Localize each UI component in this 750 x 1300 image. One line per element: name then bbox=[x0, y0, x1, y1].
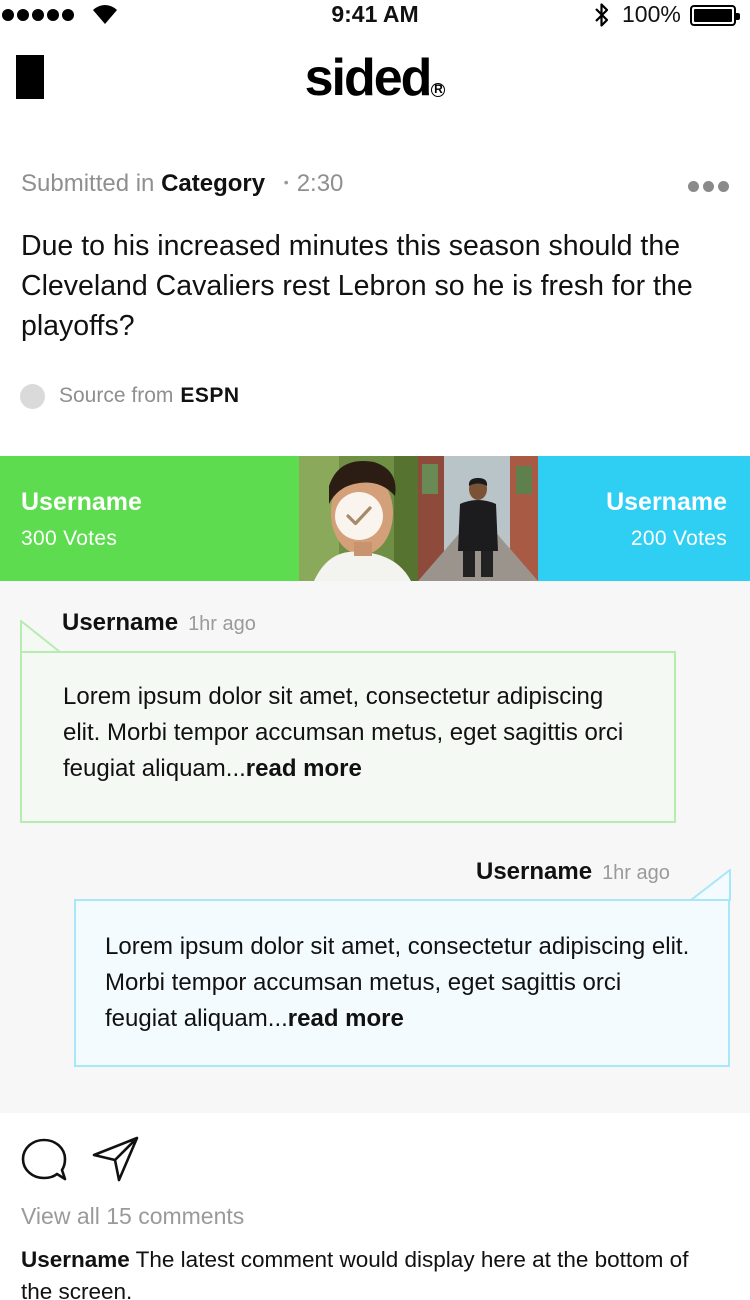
comment-1-tail bbox=[20, 620, 61, 653]
comment-2-time: 1hr ago bbox=[602, 862, 670, 884]
post-question: Due to his increased minutes this season… bbox=[21, 230, 693, 342]
comment-1-time: 1hr ago bbox=[188, 613, 256, 635]
status-bar: 9:41 AM 100% bbox=[0, 0, 750, 30]
comment-2-username[interactable]: Username bbox=[476, 858, 592, 885]
right-username: Username bbox=[606, 488, 727, 516]
checkmark-icon bbox=[335, 492, 383, 540]
app-logo: sided R bbox=[0, 48, 750, 108]
right-votes: 200 Votes bbox=[630, 527, 727, 550]
vote-option-left[interactable]: Username 300 Votes bbox=[0, 456, 299, 581]
left-username: Username bbox=[21, 488, 142, 516]
comment-2-read-more[interactable]: read more bbox=[288, 1005, 404, 1032]
comment-1-read-more[interactable]: read more bbox=[246, 755, 362, 782]
post-meta: Submitted in Category • 2:30 bbox=[21, 170, 343, 198]
meta-separator: • bbox=[283, 174, 289, 190]
source-avatar bbox=[20, 383, 45, 409]
view-all-comments-link[interactable]: View all 15 comments bbox=[21, 1203, 244, 1230]
category-link[interactable]: Category bbox=[161, 170, 265, 197]
send-icon[interactable] bbox=[92, 1135, 140, 1183]
bluetooth-icon bbox=[595, 3, 609, 27]
comment-1-username[interactable]: Username bbox=[62, 609, 178, 636]
battery-percentage: 100% bbox=[622, 1, 681, 27]
comment-2-tail bbox=[690, 869, 731, 901]
post-duration: 2:30 bbox=[296, 170, 344, 197]
battery-icon bbox=[690, 5, 740, 26]
left-votes: 300 Votes bbox=[21, 527, 118, 550]
source-prefix: Source from bbox=[59, 384, 174, 407]
submitted-prefix: Submitted in bbox=[21, 170, 155, 197]
latest-comment: Username The latest comment would displa… bbox=[21, 1244, 721, 1300]
comment-2-bubble[interactable]: Lorem ipsum dolor sit amet, consectetur … bbox=[74, 899, 730, 1067]
comment-bubble-icon[interactable] bbox=[20, 1137, 68, 1183]
comment-2-header: Username 1hr ago bbox=[476, 858, 670, 886]
vote-option-right[interactable]: Username 200 Votes bbox=[538, 456, 750, 581]
source-line: Source from ESPN bbox=[20, 383, 240, 409]
right-user-photo[interactable] bbox=[418, 456, 538, 581]
comment-1-header: Username 1hr ago bbox=[62, 609, 256, 637]
comment-1-bubble[interactable]: Lorem ipsum dolor sit amet, consectetur … bbox=[20, 651, 676, 823]
source-name[interactable]: ESPN bbox=[180, 384, 239, 408]
more-dots-icon[interactable] bbox=[688, 181, 729, 192]
latest-comment-username[interactable]: Username bbox=[21, 1247, 130, 1272]
